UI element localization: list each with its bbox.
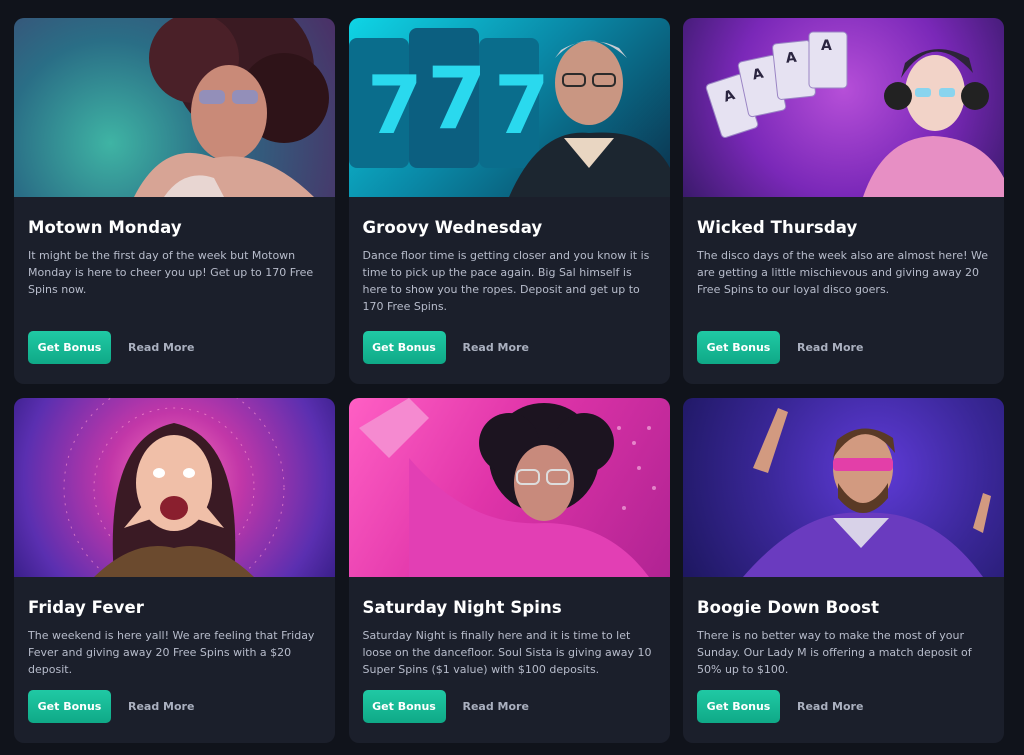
promo-image	[14, 18, 335, 197]
promo-description: The disco days of the week also are almo…	[697, 249, 989, 296]
promo-card-motown-monday: Motown Monday It might be the first day …	[14, 18, 335, 384]
promo-title: Wicked Thursday	[697, 218, 858, 237]
promo-title: Boogie Down Boost	[697, 598, 880, 617]
promotions-grid: Motown Monday It might be the first day …	[14, 18, 1004, 743]
get-bonus-button[interactable]: Get Bonus	[362, 690, 446, 723]
promo-description: Saturday Night is finally here and it is…	[362, 629, 652, 676]
get-bonus-button[interactable]: Get Bonus	[362, 331, 446, 364]
promo-image: 7 7 7	[348, 18, 670, 197]
read-more-link[interactable]: Read More	[128, 341, 194, 354]
get-bonus-button[interactable]: Get Bonus	[28, 690, 111, 723]
promo-description: There is no better way to make the most …	[697, 629, 972, 676]
read-more-link[interactable]: Read More	[797, 700, 863, 713]
get-bonus-button[interactable]: Get Bonus	[28, 331, 111, 364]
promo-description: It might be the first day of the week bu…	[28, 249, 314, 296]
promo-title: Motown Monday	[28, 218, 182, 237]
promo-card-friday-fever: Friday Fever The weekend is here yall! W…	[14, 398, 335, 743]
svg-text:7: 7	[494, 59, 550, 152]
svg-text:A: A	[821, 38, 832, 54]
promo-image	[14, 398, 335, 577]
promo-card-wicked-thursday: A A A A Wicked Thursday The disco days o…	[683, 18, 1004, 384]
promo-card-boogie-down-boost: Boogie Down Boost There is no better way…	[683, 398, 1004, 743]
promo-title: Groovy Wednesday	[362, 218, 543, 237]
read-more-link[interactable]: Read More	[797, 341, 863, 354]
read-more-link[interactable]: Read More	[128, 700, 194, 713]
promo-description: The weekend is here yall! We are feeling…	[28, 629, 315, 676]
promo-title: Friday Fever	[28, 598, 145, 617]
svg-text:7: 7	[427, 49, 487, 149]
get-bonus-button[interactable]: Get Bonus	[697, 690, 780, 723]
read-more-link[interactable]: Read More	[463, 341, 529, 354]
read-more-link[interactable]: Read More	[463, 700, 529, 713]
get-bonus-button[interactable]: Get Bonus	[697, 331, 780, 364]
promo-image	[683, 398, 1004, 577]
svg-text:A: A	[785, 50, 798, 67]
svg-text:7: 7	[367, 59, 423, 152]
promo-card-saturday-night-spins: Saturday Night Spins Saturday Night is f…	[348, 398, 670, 743]
promo-description: Dance floor time is getting closer and y…	[362, 249, 650, 313]
promo-card-groovy-wednesday: 7 7 7 Groovy Wednesday Dance floor time …	[348, 18, 670, 384]
promo-image	[348, 398, 670, 577]
promo-title: Saturday Night Spins	[362, 598, 562, 617]
promo-image: A A A A	[683, 18, 1004, 197]
